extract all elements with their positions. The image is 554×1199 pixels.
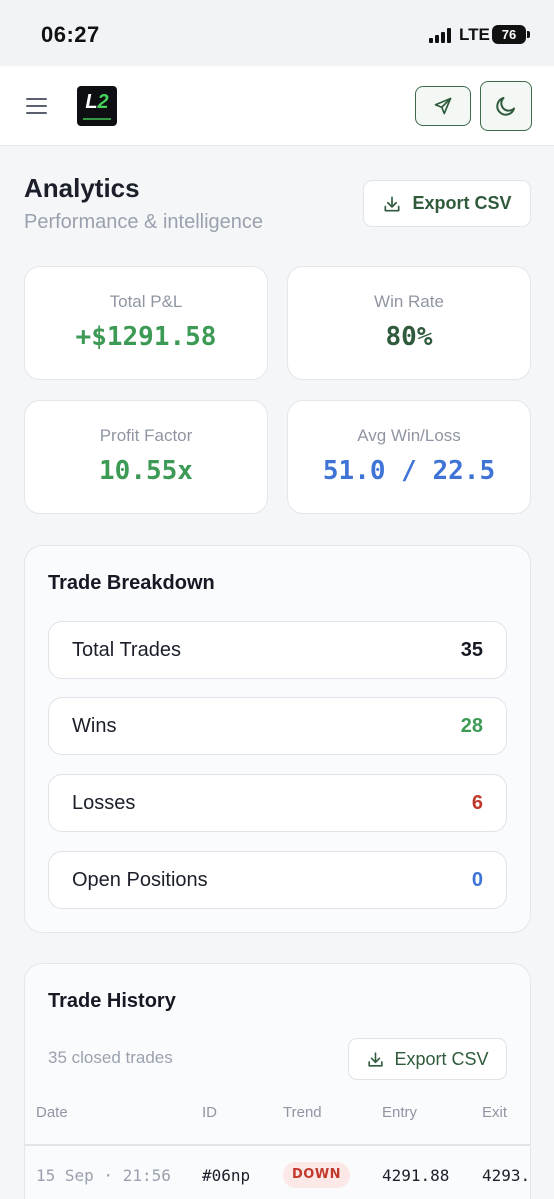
- cell-entry: 4291.88: [382, 1166, 450, 1185]
- stat-label: Profit Factor: [99, 426, 193, 445]
- column-header-trend[interactable]: Trend: [283, 1104, 322, 1121]
- breakdown-row-open-positions: Open Positions 0: [48, 851, 507, 909]
- history-export-csv-button[interactable]: Export CSV: [348, 1038, 507, 1080]
- trend-badge: DOWN: [283, 1162, 351, 1188]
- stat-value: +$1291.58: [75, 322, 217, 352]
- stat-label: Win Rate: [374, 292, 444, 311]
- row-label: Losses: [72, 792, 136, 814]
- stat-label: Avg Win/Loss: [357, 426, 461, 445]
- stat-card-profit-factor: Profit Factor 10.55x: [24, 400, 268, 514]
- battery-icon: 76: [492, 25, 530, 44]
- network-label: LTE: [459, 25, 490, 44]
- moon-icon: [496, 97, 515, 116]
- stat-value: 51.0 / 22.5: [322, 456, 496, 486]
- download-icon: [384, 196, 400, 211]
- menu-button[interactable]: [24, 96, 50, 116]
- page-title: Analytics: [24, 173, 140, 203]
- app-header: L2: [0, 66, 554, 146]
- status-bar: 06:27 LTE 76: [0, 0, 554, 66]
- logo-mark: L2: [85, 91, 109, 113]
- export-csv-button[interactable]: Export CSV: [363, 180, 531, 227]
- column-header-id[interactable]: ID: [202, 1104, 217, 1121]
- trade-history-panel: Trade History 35 closed trades Export CS…: [24, 963, 531, 1199]
- row-value: 35: [460, 639, 483, 661]
- logo-underline: [83, 118, 111, 120]
- row-label: Open Positions: [72, 869, 208, 891]
- cell-id: #06np: [202, 1166, 251, 1185]
- cell-date: 15 Sep · 21:56: [36, 1166, 171, 1185]
- export-csv-label: Export CSV: [394, 1048, 489, 1069]
- cell-exit: 4293.: [482, 1166, 531, 1185]
- table-header: Date ID Trend Entry Exit: [25, 1102, 530, 1146]
- row-value: 0: [471, 869, 483, 891]
- row-value: 6: [471, 792, 483, 814]
- row-label: Total Trades: [72, 639, 181, 661]
- download-icon: [368, 1051, 384, 1067]
- column-header-exit[interactable]: Exit: [482, 1104, 507, 1121]
- stat-value: 80%: [385, 322, 433, 352]
- stat-card-total-pnl: Total P&L +$1291.58: [24, 266, 268, 380]
- trade-breakdown-panel: Trade Breakdown Total Trades 35 Wins 28 …: [24, 545, 531, 933]
- stat-card-avg-win-loss: Avg Win/Loss 51.0 / 22.5: [287, 400, 531, 514]
- column-header-date[interactable]: Date: [36, 1104, 68, 1121]
- send-button[interactable]: [415, 86, 471, 126]
- section-title: Trade History: [48, 990, 176, 1012]
- analytics-screen: 06:27 LTE 76 L2 Analytics Performance & …: [0, 0, 554, 1199]
- breakdown-row-total-trades: Total Trades 35: [48, 621, 507, 679]
- status-time: 06:27: [41, 22, 100, 47]
- stat-card-win-rate: Win Rate 80%: [287, 266, 531, 380]
- app-logo[interactable]: L2: [77, 86, 117, 126]
- page-subtitle: Performance & intelligence: [24, 211, 264, 233]
- row-value: 28: [460, 715, 483, 737]
- row-label: Wins: [72, 715, 117, 737]
- breakdown-row-losses: Losses 6: [48, 774, 507, 832]
- breakdown-row-wins: Wins 28: [48, 697, 507, 755]
- theme-toggle-button[interactable]: [480, 81, 532, 131]
- export-csv-label: Export CSV: [412, 193, 512, 213]
- column-header-entry[interactable]: Entry: [382, 1104, 417, 1121]
- table-row[interactable]: 15 Sep · 21:56 #06np DOWN 4291.88 4293.: [25, 1148, 530, 1198]
- closed-trades-count: 35 closed trades: [48, 1048, 173, 1067]
- stat-value: 10.55x: [99, 456, 193, 486]
- send-icon: [434, 97, 452, 115]
- section-title: Trade Breakdown: [48, 572, 215, 594]
- signal-icon: [429, 28, 454, 43]
- stat-label: Total P&L: [109, 292, 183, 311]
